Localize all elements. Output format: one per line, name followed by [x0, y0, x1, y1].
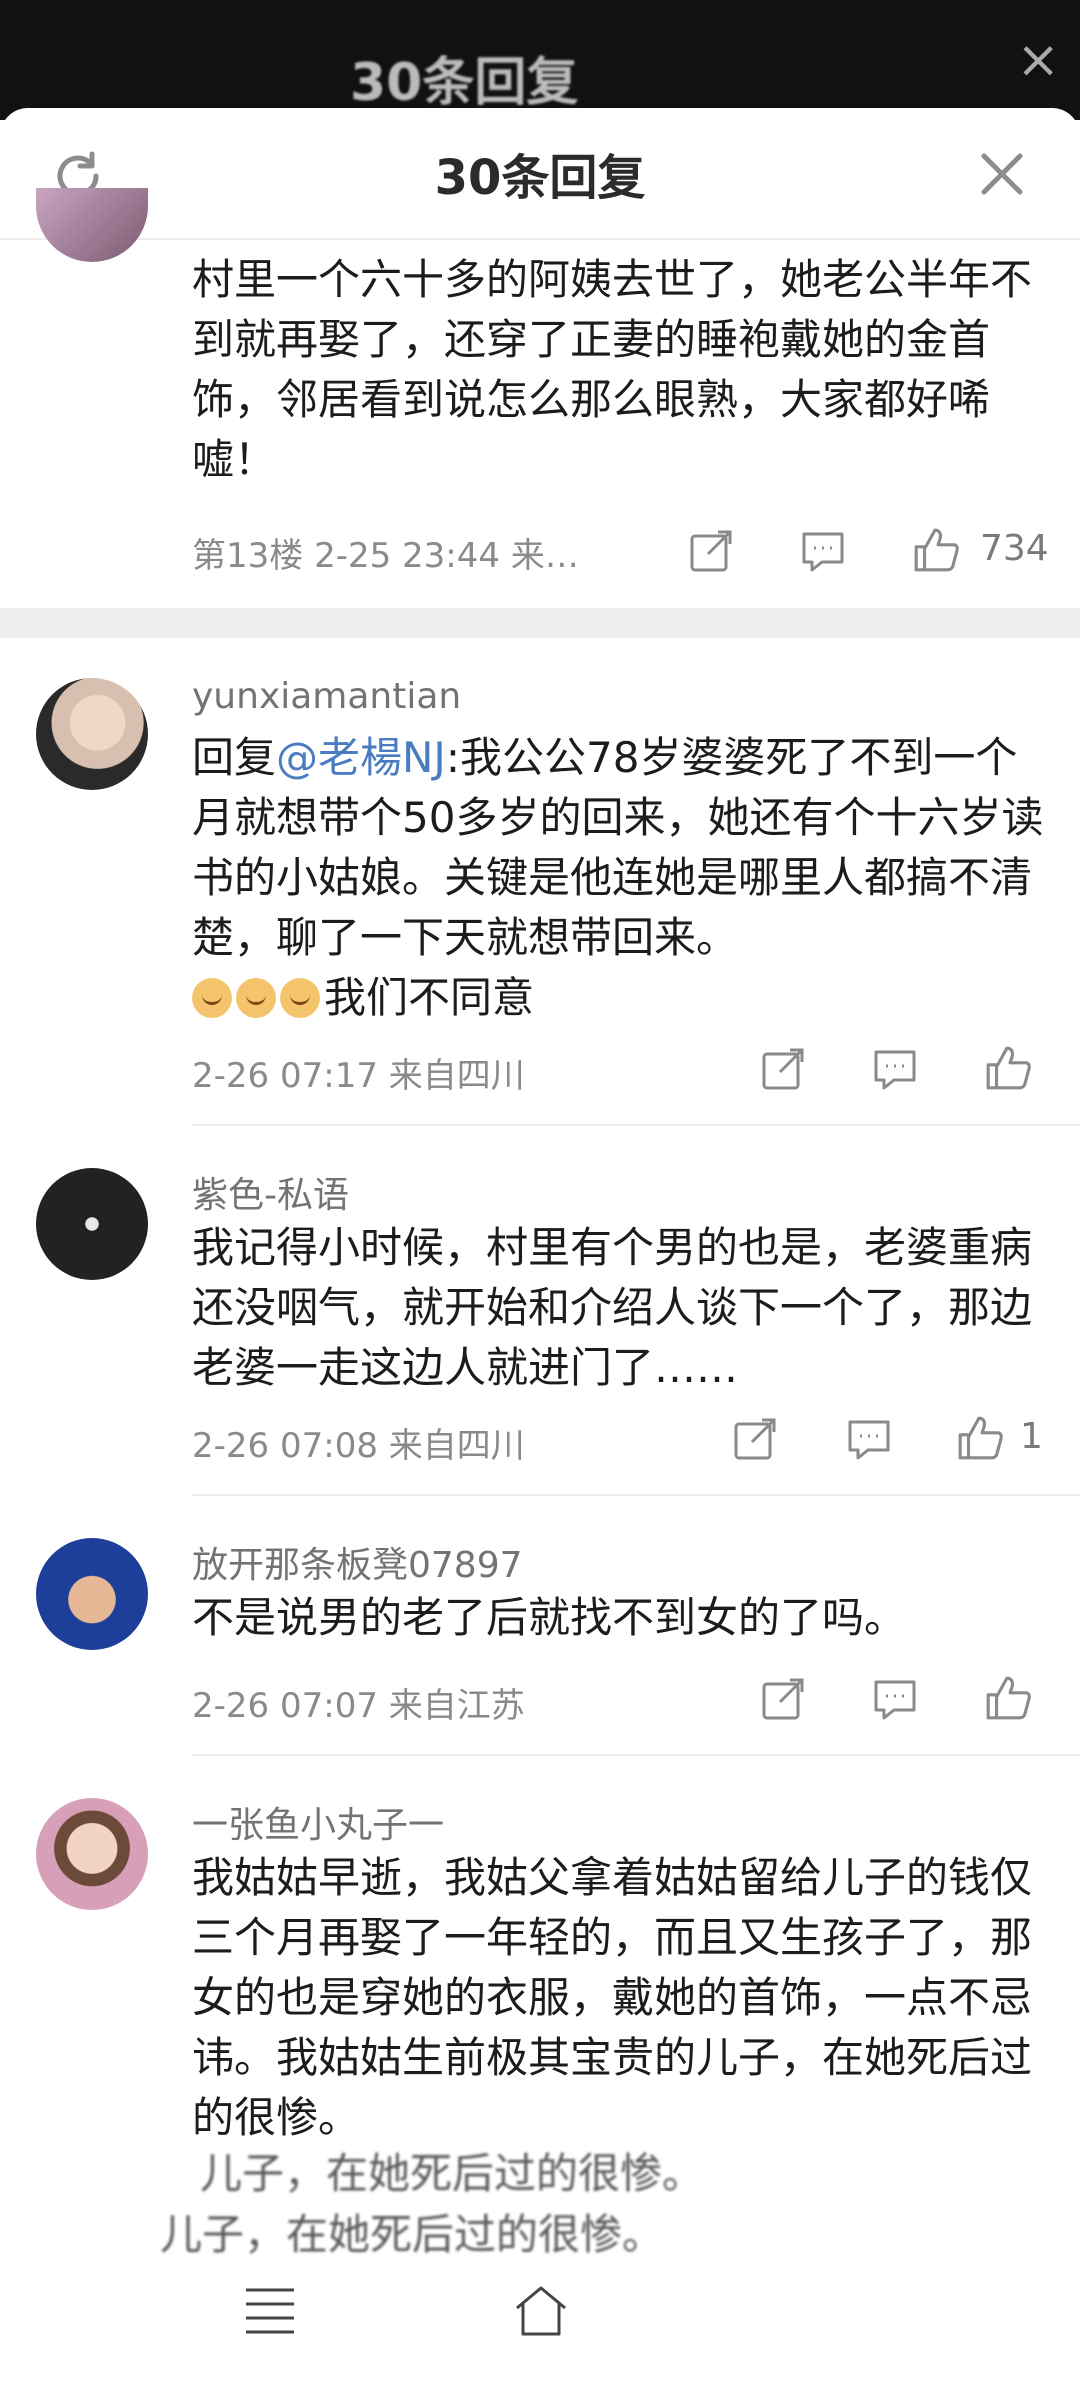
avatar[interactable]: [36, 1798, 148, 1910]
comment-emoji-suffix: 我们不同意: [324, 973, 535, 1022]
bottom-nav: [0, 2270, 1080, 2400]
username[interactable]: 紫色-私语: [192, 1166, 349, 1218]
menu-icon[interactable]: [240, 2280, 300, 2340]
comment-meta: 2-26 07:08 来自四川: [192, 1426, 525, 1466]
share-icon[interactable]: [760, 1676, 806, 1722]
comment-icon[interactable]: [846, 1416, 892, 1462]
comment-text: 不是说男的老了后就找不到女的了吗。: [192, 1593, 907, 1642]
like-count: 734: [980, 528, 1049, 569]
like-icon[interactable]: [912, 526, 960, 574]
bottom-ghost-text: 儿子，在她死后过的很惨。 儿子，在她死后过的很惨。: [160, 2140, 1000, 2260]
reply-sheet: 30条回复 村里一个六十多的阿姨去世了，她老公半年不到就再娶了，还穿了正妻的睡袍…: [0, 108, 1080, 2400]
like-icon[interactable]: [956, 1414, 1004, 1462]
doge-emoji-icon: [236, 978, 276, 1018]
like-count: 1: [1020, 1416, 1043, 1457]
doge-emoji-icon: [280, 978, 320, 1018]
ghost-line: 儿子，在她死后过的很惨。: [160, 2210, 665, 2259]
ghost-close-icon: ×: [1016, 30, 1060, 90]
comment-meta: 2-26 07:17 来自四川: [192, 1056, 525, 1096]
like-icon[interactable]: [984, 1044, 1032, 1092]
mention-link[interactable]: @老楊NJ: [276, 733, 446, 782]
comment-text: 我姑姑早逝，我姑父拿着姑姑留给儿子的钱仅三个月再娶了一年轻的，而且又生孩子了，那…: [192, 1853, 1033, 2142]
comment-meta: 2-26 07:07 来自江苏: [192, 1686, 525, 1726]
comment-text: 村里一个六十多的阿姨去世了，她老公半年不到就再娶了，还穿了正妻的睡袍戴她的金首饰…: [192, 255, 1033, 484]
comment-divider: [192, 1754, 1080, 1756]
close-icon[interactable]: [976, 148, 1028, 200]
username[interactable]: yunxiamantian: [192, 676, 461, 717]
share-icon[interactable]: [732, 1416, 778, 1462]
doge-emoji-icon: [192, 978, 232, 1018]
username[interactable]: 一张鱼小丸子一: [192, 1796, 444, 1848]
comment-icon[interactable]: [800, 528, 846, 574]
share-icon[interactable]: [688, 528, 734, 574]
avatar[interactable]: [36, 678, 148, 790]
top-smear: 30条回复 ×: [0, 0, 1080, 120]
username[interactable]: 放开那条板凳07897: [192, 1536, 523, 1588]
comment-divider: [192, 1124, 1080, 1126]
avatar[interactable]: [36, 1538, 148, 1650]
section-divider: [0, 608, 1080, 638]
home-icon[interactable]: [506, 2280, 576, 2340]
share-icon[interactable]: [760, 1046, 806, 1092]
comment-text: 回复@老楊NJ:我公公78岁婆婆死了不到一个月就想带个50多岁的回来，她还有个十…: [192, 728, 1052, 1028]
ghost-line: 儿子，在她死后过的很惨。: [200, 2149, 705, 2198]
reply-prefix: 回复: [192, 733, 277, 782]
sheet-title: 30条回复: [434, 150, 646, 206]
comment-icon[interactable]: [872, 1046, 918, 1092]
sheet-header: 30条回复: [0, 108, 1080, 240]
like-icon[interactable]: [984, 1674, 1032, 1722]
avatar[interactable]: [36, 188, 148, 262]
comment-meta: 第13楼 2-25 23:44 来…: [192, 536, 579, 576]
comment-text: 我记得小时候，村里有个男的也是，老婆重病还没咽气，就开始和介绍人谈下一个了，那边…: [192, 1223, 1033, 1392]
comment-divider: [192, 1494, 1080, 1496]
comment-icon[interactable]: [872, 1676, 918, 1722]
avatar[interactable]: [36, 1168, 148, 1280]
ghost-title: 30条回复: [350, 53, 579, 113]
